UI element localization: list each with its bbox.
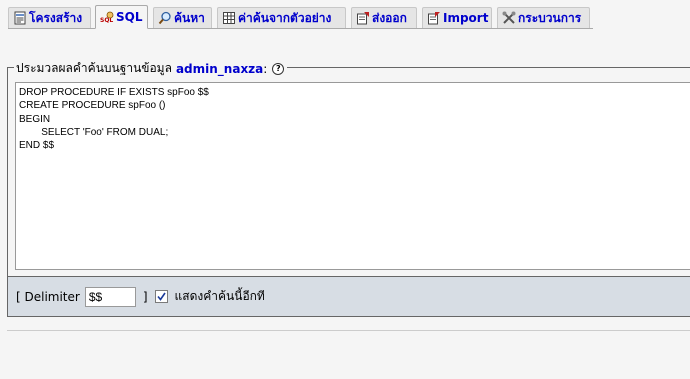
tab-search-label: ค้นหา xyxy=(174,10,205,25)
export-icon xyxy=(356,11,370,25)
show-query-again-checkbox[interactable] xyxy=(154,290,168,303)
query-icon xyxy=(222,11,236,25)
sql-query-textarea[interactable] xyxy=(15,82,690,270)
sql-icon: SQL xyxy=(100,10,114,24)
sql-query-legend: ประมวลผลคำค้นบนฐานข้อมูล admin_naxza: ? xyxy=(14,59,288,78)
database-name-link[interactable]: admin_naxza xyxy=(176,62,263,76)
legend-colon: : xyxy=(263,61,268,76)
delimiter-close-bracket: ] xyxy=(142,289,148,304)
tab-import[interactable]: Import xyxy=(422,7,492,28)
tab-sql-label: SQL xyxy=(116,10,143,24)
operations-icon xyxy=(502,11,516,25)
help-icon[interactable]: ? xyxy=(272,62,285,75)
checkmark-icon xyxy=(156,292,166,301)
search-icon xyxy=(158,11,172,25)
tab-export-label: ส่งออก xyxy=(372,10,407,25)
tab-import-label: Import xyxy=(443,11,489,25)
structure-icon xyxy=(13,11,27,25)
import-icon xyxy=(427,11,441,25)
delimiter-label: [ Delimiter xyxy=(16,289,80,304)
show-query-again-label[interactable]: แสดงคำค้นนี้อีกที xyxy=(175,287,265,306)
delimiter-bar: [ Delimiter ] แสดงคำค้นนี้อีกที xyxy=(7,277,690,317)
tab-query-label: ค่าค้นจากตัวอย่าง xyxy=(238,10,332,25)
legend-prefix: ประมวลผลคำค้นบนฐานข้อมูล xyxy=(16,61,172,75)
tab-query[interactable]: ค่าค้นจากตัวอย่าง xyxy=(217,7,346,28)
tab-structure[interactable]: โครงสร้าง xyxy=(8,7,91,28)
tab-search[interactable]: ค้นหา xyxy=(153,7,212,28)
delimiter-input[interactable] xyxy=(84,286,136,307)
tab-sql[interactable]: SQL SQL xyxy=(95,5,148,29)
tab-operations-label: กระบวนการ xyxy=(518,10,582,25)
tab-operations[interactable]: กระบวนการ xyxy=(497,7,590,28)
tab-structure-label: โครงสร้าง xyxy=(29,10,83,25)
tab-bar: โครงสร้าง SQL SQL ค้นหา ค่าค้นจากตัวอย่า… xyxy=(0,0,690,30)
tab-export[interactable]: ส่งออก xyxy=(351,7,417,28)
divider xyxy=(7,330,690,331)
